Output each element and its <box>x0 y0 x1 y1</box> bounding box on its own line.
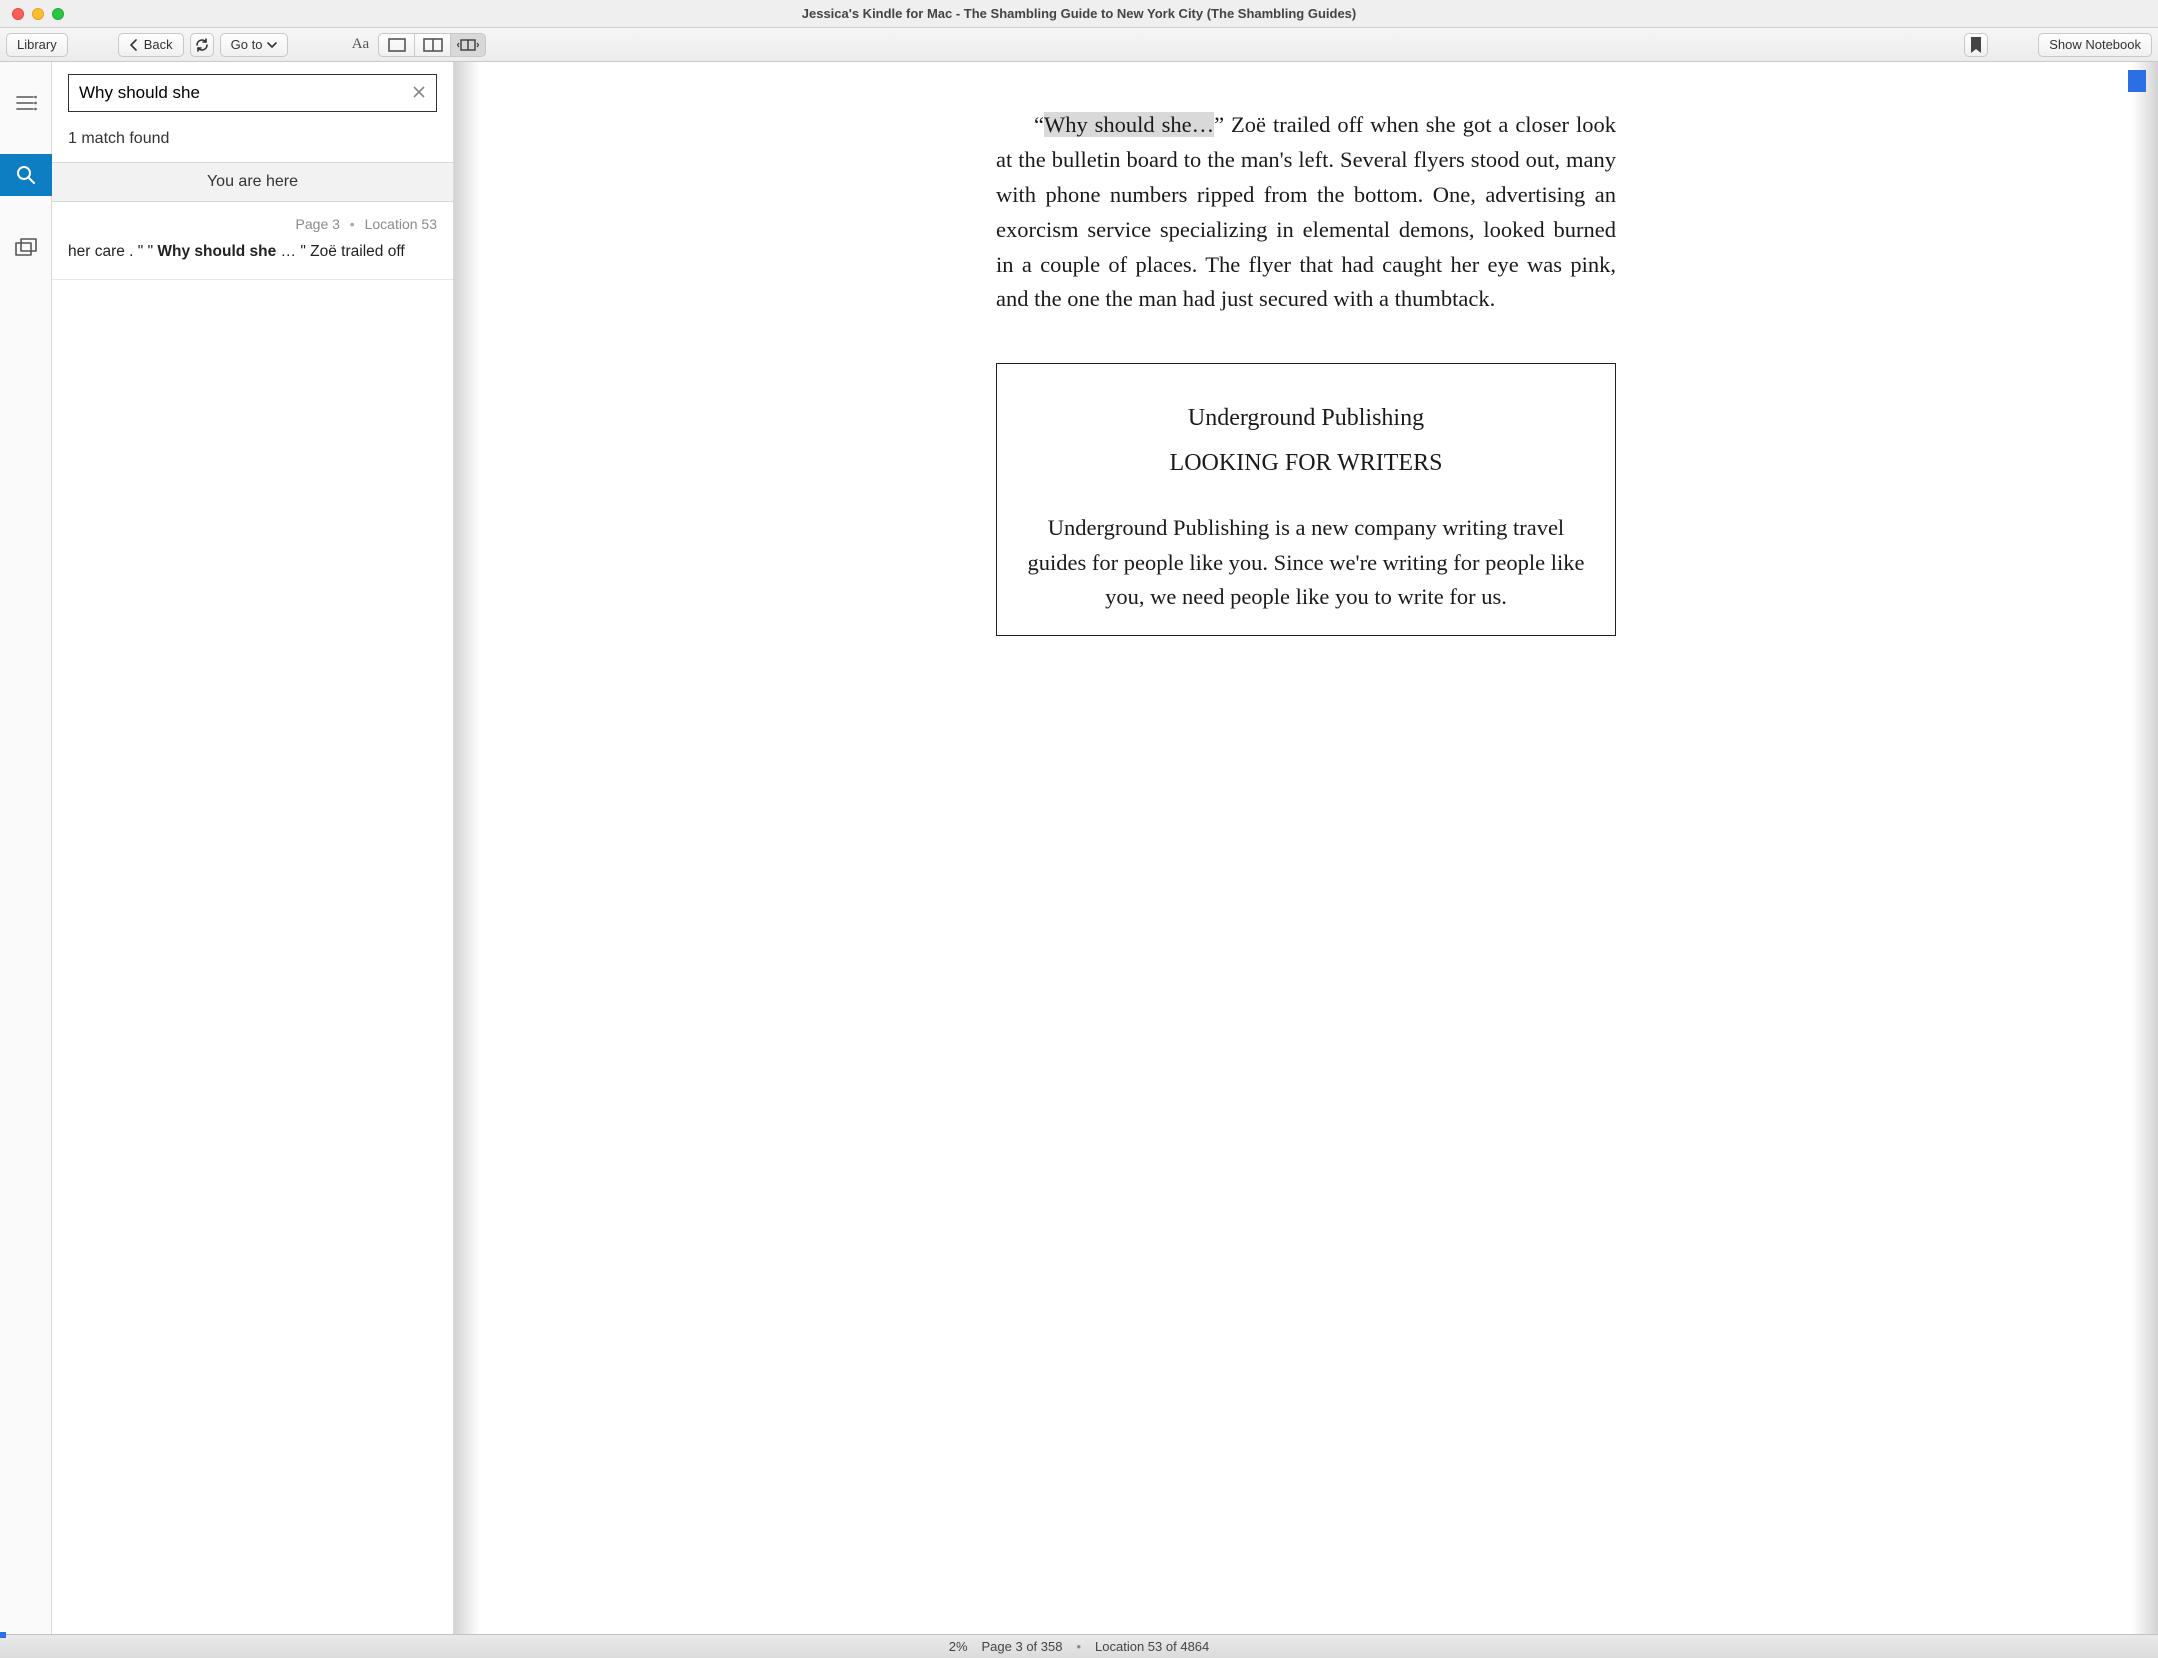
toc-icon <box>15 94 37 112</box>
quote-open: “ <box>1034 112 1044 137</box>
snippet-post: … " Zoë trailed off <box>276 243 404 260</box>
reader: “Why should she…” Zoë trailed off when s… <box>454 62 2158 1634</box>
close-icon <box>412 85 426 99</box>
you-are-here-header: You are here <box>52 163 453 202</box>
chevron-down-icon <box>267 40 277 50</box>
result-snippet: her care . " " Why should she … " Zoë tr… <box>68 242 437 263</box>
paragraph-rest: ” Zoë trailed off when she got a closer … <box>996 112 1616 311</box>
status-location: Location 53 of 4864 <box>1095 1639 1209 1654</box>
search-icon <box>16 165 36 185</box>
view-mode-toggle <box>378 33 486 57</box>
sync-indicator <box>2128 70 2146 92</box>
main-area: 1 match found You are here Page 3 • Loca… <box>0 62 2158 1634</box>
toc-button[interactable] <box>0 82 52 124</box>
auto-column-button[interactable] <box>450 33 486 57</box>
flyer-heading-1: Underground Publishing <box>1021 400 1591 437</box>
reader-page: “Why should she…” Zoë trailed off when s… <box>986 62 1626 1634</box>
search-box <box>68 74 437 112</box>
flyer-heading-2: LOOKING FOR WRITERS <box>1021 445 1591 482</box>
result-meta: Page 3 • Location 53 <box>68 216 437 232</box>
progress-indicator <box>0 1632 6 1638</box>
refresh-icon <box>194 37 210 53</box>
goto-button[interactable]: Go to <box>220 33 289 57</box>
single-column-button[interactable] <box>378 33 414 57</box>
status-page: Page 3 of 358 <box>982 1639 1063 1654</box>
body-paragraph: “Why should she…” Zoë trailed off when s… <box>996 108 1616 317</box>
result-page: Page 3 <box>296 216 340 232</box>
snippet-match: Why should she <box>157 243 276 260</box>
search-highlight: Why should she… <box>1044 112 1214 137</box>
auto-column-icon <box>457 38 479 52</box>
show-notebook-button[interactable]: Show Notebook <box>2038 33 2152 57</box>
toolbar: Library Back Go to Aa <box>0 28 2158 62</box>
bookmark-button[interactable] <box>1964 33 1988 57</box>
flyer-box: Underground Publishing LOOKING FOR WRITE… <box>996 363 1616 636</box>
meta-separator: • <box>350 216 355 232</box>
two-column-button[interactable] <box>414 33 450 57</box>
cards-icon <box>15 238 37 256</box>
search-panel: 1 match found You are here Page 3 • Loca… <box>52 62 454 1634</box>
minimize-window-button[interactable] <box>32 8 44 20</box>
flashcards-button[interactable] <box>0 226 52 268</box>
search-input[interactable] <box>79 83 404 103</box>
result-location: Location 53 <box>365 216 437 232</box>
close-window-button[interactable] <box>12 8 24 20</box>
library-button[interactable]: Library <box>6 33 68 57</box>
page-gutter-right <box>2132 62 2158 1634</box>
left-rail <box>0 62 52 1634</box>
goto-label: Go to <box>231 37 263 52</box>
status-separator: • <box>1076 1639 1081 1654</box>
sync-button[interactable] <box>190 33 214 57</box>
clear-search-button[interactable] <box>412 83 426 104</box>
titlebar: Jessica's Kindle for Mac - The Shambling… <box>0 0 2158 28</box>
flyer-body: Underground Publishing is a new company … <box>1021 511 1591 616</box>
font-options-button[interactable]: Aa <box>348 33 372 57</box>
page-gutter-left <box>454 62 480 1634</box>
show-notebook-label: Show Notebook <box>2049 37 2141 52</box>
library-label: Library <box>17 37 57 52</box>
font-icon: Aa <box>352 36 370 53</box>
two-column-icon <box>423 38 443 52</box>
window-controls <box>0 8 64 20</box>
status-bar: 2% Page 3 of 358 • Location 53 of 4864 <box>0 1634 2158 1658</box>
zoom-window-button[interactable] <box>52 8 64 20</box>
single-column-icon <box>388 38 406 52</box>
search-result[interactable]: Page 3 • Location 53 her care . " " Why … <box>52 202 453 280</box>
match-count: 1 match found <box>52 124 453 163</box>
search-tab-button[interactable] <box>0 154 52 196</box>
back-button[interactable]: Back <box>118 33 184 57</box>
bookmark-icon <box>1970 37 1982 53</box>
back-label: Back <box>144 37 173 52</box>
snippet-pre: her care . " " <box>68 243 157 260</box>
window-title: Jessica's Kindle for Mac - The Shambling… <box>0 6 2158 21</box>
status-percent: 2% <box>949 1639 968 1654</box>
chevron-left-icon <box>129 39 139 51</box>
